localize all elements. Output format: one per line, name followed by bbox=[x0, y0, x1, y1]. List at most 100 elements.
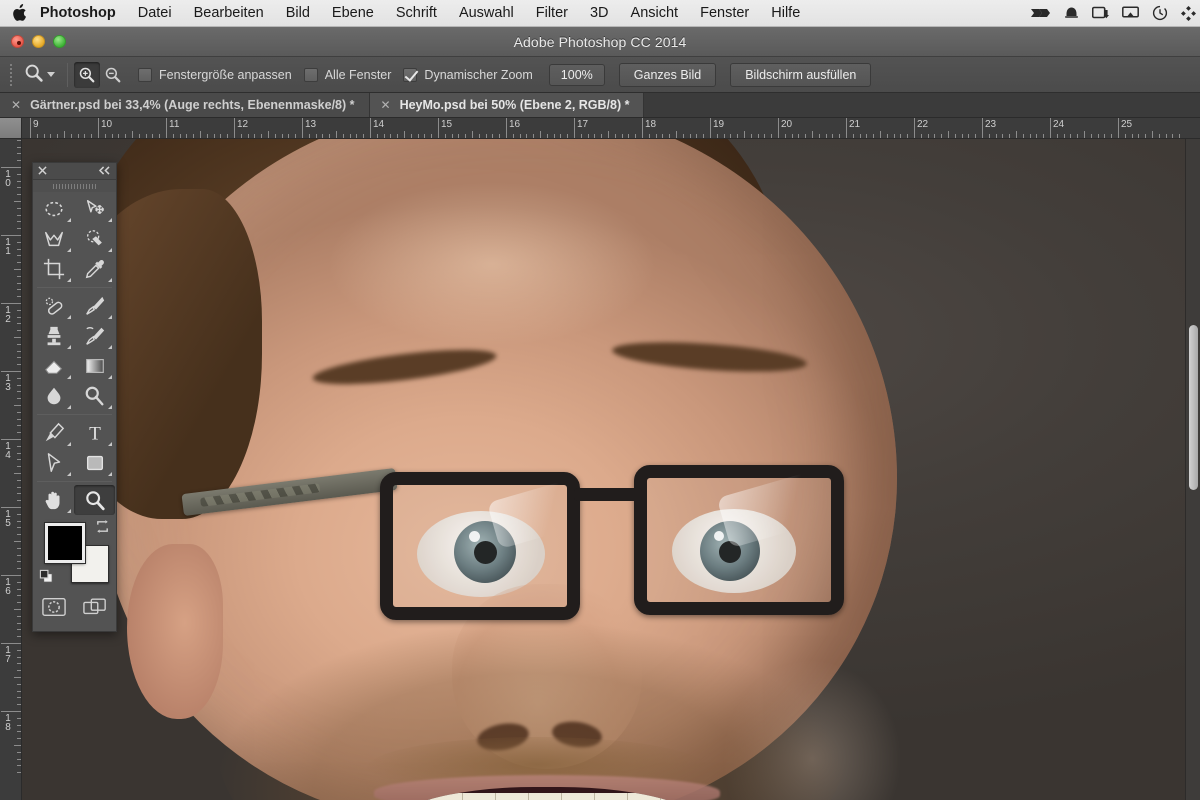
menu-item-ebene[interactable]: Ebene bbox=[321, 0, 385, 27]
menu-item-ansicht[interactable]: Ansicht bbox=[620, 0, 690, 27]
rectangle-tool-icon[interactable] bbox=[74, 448, 115, 478]
screenshot-icon[interactable] bbox=[1092, 6, 1109, 20]
ruler-tick-minor bbox=[17, 602, 21, 604]
elliptical-marquee-tool-icon[interactable] bbox=[33, 194, 74, 224]
panel-grip-icon[interactable] bbox=[33, 180, 116, 192]
close-icon[interactable]: ✕ bbox=[381, 99, 391, 111]
quick-selection-tool-icon[interactable] bbox=[74, 224, 115, 254]
canvas-vertical-scrollbar[interactable] bbox=[1185, 139, 1200, 800]
ruler-tick-major bbox=[1118, 118, 1119, 138]
default-colors-icon[interactable] bbox=[39, 569, 54, 589]
hand-tool-icon[interactable] bbox=[33, 485, 74, 515]
ruler-tick-minor bbox=[873, 134, 875, 138]
checkbox-alle-fenster[interactable]: Alle Fenster bbox=[303, 67, 391, 82]
airplay-icon[interactable] bbox=[1122, 6, 1139, 20]
checkbox-dynamischer-zoom[interactable]: Dynamischer Zoom bbox=[403, 67, 533, 82]
fill-screen-button[interactable]: Bildschirm ausfüllen bbox=[730, 62, 872, 87]
swap-colors-icon[interactable] bbox=[95, 519, 110, 539]
tool-group-indicator bbox=[67, 442, 71, 446]
ruler-tick-minor bbox=[84, 134, 86, 138]
ruler-corner[interactable] bbox=[0, 118, 22, 139]
ruler-tick-minor bbox=[17, 629, 21, 631]
ruler-tick-minor bbox=[17, 398, 21, 400]
eraser-tool-icon[interactable] bbox=[33, 351, 74, 381]
ruler-tick-major bbox=[1, 711, 21, 712]
ruler-tick-minor bbox=[424, 134, 426, 138]
vertical-ruler[interactable]: 10 11 12 13 14 15 16 17 18 bbox=[0, 139, 22, 800]
pen-tool-icon[interactable] bbox=[33, 418, 74, 448]
chevron-down-icon[interactable] bbox=[47, 72, 55, 77]
ruler-tick-minor bbox=[784, 134, 786, 138]
menu-item-schrift[interactable]: Schrift bbox=[385, 0, 448, 27]
ruler-tick-major bbox=[914, 118, 915, 138]
foreground-color-swatch[interactable] bbox=[44, 522, 86, 564]
crop-tool-icon[interactable] bbox=[33, 254, 74, 284]
document-tab-gaertner[interactable]: ✕ Gärtner.psd bei 33,4% (Auge rechts, Eb… bbox=[0, 93, 370, 117]
zoom-tool-icon bbox=[24, 63, 44, 86]
zoom-tool-icon[interactable] bbox=[74, 485, 115, 515]
horizontal-ruler[interactable]: 9 10 11 12 13 14 15 16 17 18 19 20 21 22 23 24 25 bbox=[22, 118, 1200, 139]
ruler-tick-major bbox=[1, 507, 21, 508]
ruler-tick-minor bbox=[261, 134, 263, 138]
menu-item-datei[interactable]: Datei bbox=[127, 0, 183, 27]
blur-tool-icon[interactable] bbox=[33, 381, 74, 411]
checkbox-box[interactable] bbox=[303, 67, 318, 82]
type-tool-icon[interactable]: T bbox=[74, 418, 115, 448]
menu-item-3d[interactable]: 3D bbox=[579, 0, 620, 27]
menu-item-bearbeiten[interactable]: Bearbeiten bbox=[183, 0, 275, 27]
bell-icon[interactable] bbox=[1064, 6, 1079, 20]
menu-item-filter[interactable]: Filter bbox=[525, 0, 579, 27]
options-bar-grip[interactable] bbox=[6, 62, 16, 88]
ruler-label: 15 bbox=[5, 509, 11, 529]
ruler-tick-minor bbox=[818, 134, 820, 138]
menu-item-auswahl[interactable]: Auswahl bbox=[448, 0, 525, 27]
ruler-tick-minor bbox=[499, 134, 501, 138]
time-machine-icon[interactable] bbox=[1152, 5, 1168, 21]
path-selection-tool-icon[interactable] bbox=[33, 448, 74, 478]
gradient-tool-icon[interactable] bbox=[74, 351, 115, 381]
ruler-tick-minor bbox=[17, 486, 21, 488]
dodge-tool-icon[interactable] bbox=[74, 381, 115, 411]
quick-mask-icon[interactable] bbox=[41, 597, 66, 622]
checkbox-box[interactable] bbox=[138, 67, 152, 82]
history-brush-tool-icon[interactable] bbox=[74, 321, 115, 351]
apple-logo-icon[interactable] bbox=[10, 4, 28, 22]
menu-item-hilfe[interactable]: Hilfe bbox=[760, 0, 811, 27]
ruler-tick-minor bbox=[1179, 134, 1181, 138]
zoom-level-field[interactable]: 100% bbox=[548, 63, 605, 86]
menu-item-bild[interactable]: Bild bbox=[275, 0, 321, 27]
brush-tool-icon[interactable] bbox=[74, 291, 115, 321]
zoom-in-button[interactable] bbox=[74, 61, 100, 88]
menu-item-fenster[interactable]: Fenster bbox=[689, 0, 760, 27]
checkbox-box[interactable] bbox=[403, 67, 418, 82]
ruler-tick-minor bbox=[247, 134, 249, 138]
tools-panel-header[interactable] bbox=[33, 163, 116, 180]
close-icon[interactable] bbox=[38, 162, 47, 180]
lasso-tool-icon[interactable] bbox=[33, 224, 74, 254]
zoom-out-button[interactable] bbox=[100, 62, 126, 88]
document-tab-label: Gärtner.psd bei 33,4% (Auge rechts, Eben… bbox=[30, 98, 355, 112]
move-tool-icon[interactable] bbox=[74, 194, 115, 224]
screen-mode-icon[interactable] bbox=[83, 597, 107, 622]
active-tool-preset[interactable] bbox=[16, 63, 61, 86]
canvas-area[interactable] bbox=[22, 139, 1200, 800]
document-tab-heymo[interactable]: ✕ HeyMo.psd bei 50% (Ebene 2, RGB/8) * bbox=[369, 93, 645, 117]
ruler-tick-major bbox=[1, 575, 21, 576]
fast-forward-icon[interactable] bbox=[1031, 6, 1051, 20]
ruler-tick-minor bbox=[723, 134, 725, 138]
clone-stamp-tool-icon[interactable] bbox=[33, 321, 74, 351]
close-icon[interactable]: ✕ bbox=[11, 99, 21, 111]
fit-image-button[interactable]: Ganzes Bild bbox=[618, 62, 717, 87]
ruler-tick-minor bbox=[17, 622, 21, 624]
double-chevron-left-icon[interactable] bbox=[98, 162, 111, 180]
healing-brush-tool-icon[interactable] bbox=[33, 291, 74, 321]
checkbox-fenstergroesse-anpassen[interactable]: Fenstergröße anpassen bbox=[138, 67, 292, 82]
ruler-tick-minor bbox=[655, 134, 657, 138]
ruler-tick-minor bbox=[17, 758, 21, 760]
scrollbar-thumb[interactable] bbox=[1189, 325, 1198, 490]
eyedropper-tool-icon[interactable] bbox=[74, 254, 115, 284]
document-image[interactable] bbox=[22, 139, 1200, 800]
ruler-tick-minor bbox=[866, 134, 868, 138]
dropbox-icon[interactable] bbox=[1181, 5, 1196, 21]
menu-item-photoshop[interactable]: Photoshop bbox=[38, 0, 127, 27]
